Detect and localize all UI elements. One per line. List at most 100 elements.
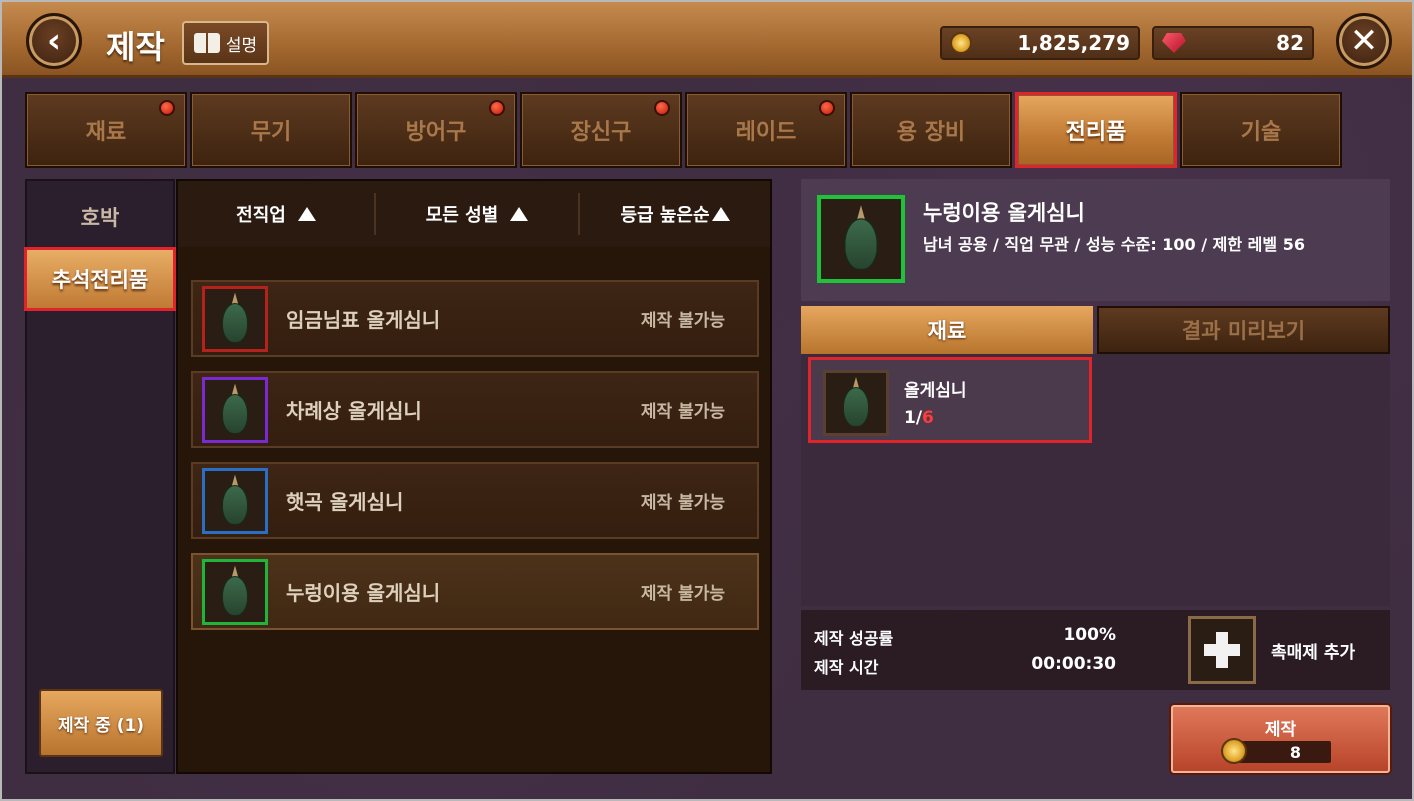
item-name: 누렁이용 올게심니 (286, 581, 441, 605)
craft-cost: 8 (1221, 738, 1331, 764)
tab-trophies[interactable]: 전리품 (1015, 92, 1177, 168)
tab-result-preview[interactable]: 결과 미리보기 (1097, 306, 1390, 354)
gold-counter: 1,825,279 (940, 26, 1140, 60)
help-button[interactable]: 설명 (182, 21, 269, 65)
triangle-up-icon (510, 207, 529, 221)
detail-thumbnail (817, 195, 905, 283)
chevron-left-icon: ‹ (46, 21, 61, 61)
success-rate-label: 제작 성공률 (814, 629, 894, 648)
craft-button[interactable]: 제작 8 (1171, 705, 1390, 773)
item-thumbnail (202, 285, 268, 352)
item-thumbnail (202, 467, 268, 534)
artifact-icon (218, 565, 252, 618)
item-detail-header: 누렁이용 올게심니 남녀 공용 / 직업 무관 / 성능 수준: 100 / 제… (801, 179, 1390, 301)
tab-label: 결과 미리보기 (1181, 319, 1306, 343)
detail-tabs: 재료 결과 미리보기 (801, 306, 1390, 354)
craft-time-value: 00:00:30 (1031, 654, 1116, 674)
tab-weapons[interactable]: 무기 (190, 92, 352, 168)
crafting-queue-label: 제작 중 (1) (57, 715, 145, 736)
item-list: 임금님표 올게심니 제작 불가능 차례상 올게심니 제작 불가능 햇곡 올게심니… (178, 247, 770, 772)
notification-dot-icon (819, 100, 835, 116)
sort-bar: 전직업 모든 성별 등급 높은순 (178, 181, 770, 247)
list-item[interactable]: 임금님표 올게심니 제작 불가능 (191, 280, 759, 357)
category-tabs: 재료 무기 방어구 장신구 레이드 용 장비 전리품 기술 (25, 92, 1345, 168)
sort-class-dropdown[interactable]: 전직업 (178, 193, 374, 235)
add-catalyst-button[interactable] (1188, 616, 1256, 684)
material-have: 1/ (904, 408, 923, 428)
tab-label: 레이드 (735, 120, 797, 145)
list-item[interactable]: 차례상 올게심니 제작 불가능 (191, 371, 759, 448)
detail-item-name: 누렁이용 올게심니 (923, 201, 1085, 225)
subcategory-label: 호박 (80, 206, 120, 230)
tab-label: 재료 (927, 319, 967, 343)
tab-skills[interactable]: 기술 (1180, 92, 1342, 168)
tab-label: 전리품 (1065, 120, 1127, 145)
artifact-icon (218, 292, 252, 345)
back-button[interactable]: ‹ (26, 13, 82, 69)
item-status: 제작 불가능 (640, 493, 725, 513)
subcategory-pumpkin[interactable]: 호박 (27, 185, 173, 249)
detail-item-info: 남녀 공용 / 직업 무관 / 성능 수준: 100 / 제한 레벨 56 (923, 235, 1305, 254)
tab-label: 용 장비 (896, 120, 966, 145)
header-bar: ‹ 제작 설명 1,825,279 82 ✕ (2, 2, 1412, 78)
sort-grade-label: 등급 높은순 (620, 205, 710, 226)
item-thumbnail (202, 558, 268, 625)
subcategory-panel: 호박 추석전리품 제작 중 (1) (24, 179, 176, 774)
artifact-icon (839, 205, 883, 273)
craft-time-label: 제작 시간 (814, 658, 879, 677)
material-count: 1/6 (904, 408, 934, 428)
list-item[interactable]: 누렁이용 올게심니 제작 불가능 (191, 553, 759, 630)
artifact-icon (218, 383, 252, 436)
close-icon: ✕ (1349, 21, 1379, 61)
craft-label: 제작 (1264, 720, 1297, 740)
notification-dot-icon (654, 100, 670, 116)
gem-amount: 82 (1276, 31, 1304, 55)
tab-materials-detail[interactable]: 재료 (801, 306, 1093, 354)
tab-materials[interactable]: 재료 (25, 92, 187, 168)
tab-label: 재료 (85, 120, 127, 145)
material-thumbnail (823, 370, 889, 436)
close-button[interactable]: ✕ (1336, 13, 1392, 69)
tab-label: 방어구 (405, 120, 467, 145)
tab-label: 장신구 (570, 120, 632, 145)
help-label: 설명 (225, 35, 258, 56)
list-item[interactable]: 햇곡 올게심니 제작 불가능 (191, 462, 759, 539)
coin-icon (950, 32, 972, 54)
sort-gender-label: 모든 성별 (425, 205, 499, 226)
tab-label: 무기 (250, 120, 292, 145)
artifact-icon (218, 474, 252, 527)
subcategory-label: 추석전리품 (51, 268, 149, 292)
page-title: 제작 (106, 28, 165, 66)
tab-dragon-gear[interactable]: 용 장비 (850, 92, 1012, 168)
gold-amount: 1,825,279 (1017, 31, 1130, 55)
tab-accessories[interactable]: 장신구 (520, 92, 682, 168)
triangle-up-icon (711, 207, 730, 221)
sort-class-label: 전직업 (236, 205, 286, 226)
item-status: 제작 불가능 (640, 311, 725, 331)
item-list-panel: 전직업 모든 성별 등급 높은순 임금님표 올게심니 제작 불가능 차례상 올게… (176, 179, 772, 774)
tab-armor[interactable]: 방어구 (355, 92, 517, 168)
item-name: 임금님표 올게심니 (286, 308, 441, 332)
ruby-icon (1162, 33, 1186, 53)
craft-cost-value: 8 (1289, 742, 1301, 762)
crafting-queue-button[interactable]: 제작 중 (1) (39, 689, 163, 757)
tab-raid[interactable]: 레이드 (685, 92, 847, 168)
notification-dot-icon (159, 100, 175, 116)
plus-icon (1204, 632, 1240, 668)
material-name: 올게심니 (904, 381, 967, 401)
subcategory-chuseok-trophies[interactable]: 추석전리품 (24, 247, 176, 311)
materials-area: 올게심니 1/6 (801, 354, 1390, 606)
coin-icon (1221, 738, 1247, 764)
craft-stats: 제작 성공률 100% 제작 시간 00:00:30 촉매제 추가 (801, 610, 1390, 690)
item-status: 제작 불가능 (640, 402, 725, 422)
material-card[interactable]: 올게심니 1/6 (808, 357, 1092, 443)
item-status: 제작 불가능 (640, 584, 725, 604)
item-thumbnail (202, 376, 268, 443)
material-need: 6 (922, 408, 934, 428)
artifact-icon (839, 377, 873, 429)
item-name: 차례상 올게심니 (286, 399, 422, 423)
sort-gender-dropdown[interactable]: 모든 성별 (374, 193, 578, 235)
sort-grade-dropdown[interactable]: 등급 높은순 (578, 193, 770, 235)
notification-dot-icon (489, 100, 505, 116)
add-catalyst-label: 촉매제 추가 (1271, 643, 1356, 663)
